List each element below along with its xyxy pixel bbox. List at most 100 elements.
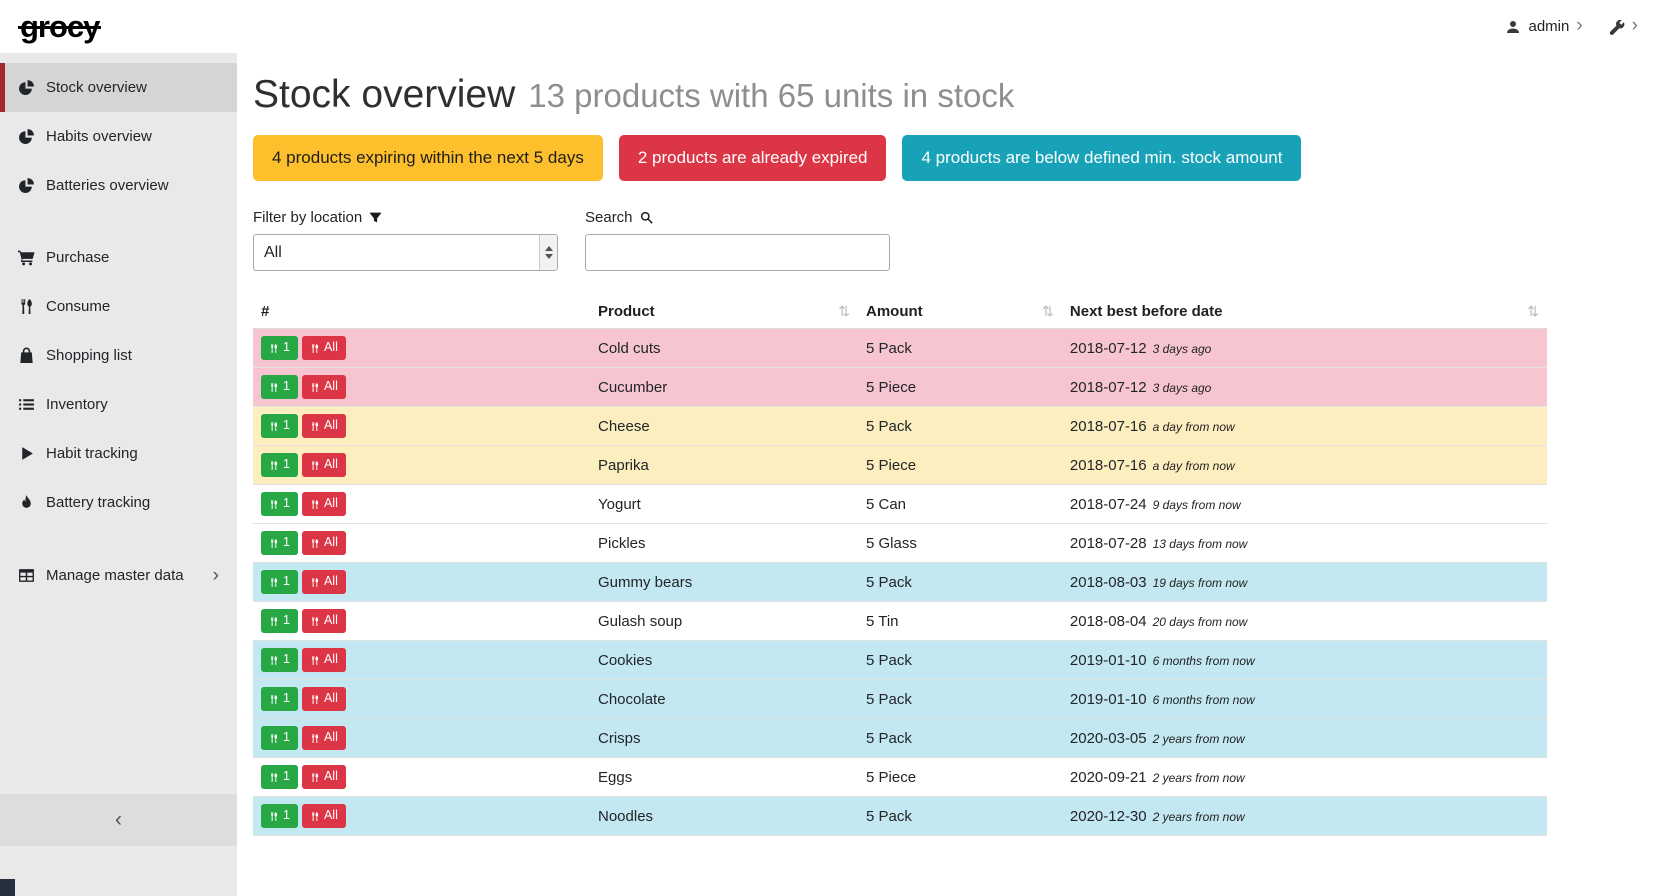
consume-one-label: 1 [283, 458, 290, 472]
sidebar-collapse-button[interactable]: ‹ [0, 794, 237, 846]
sidebar-item[interactable]: Battery tracking [0, 478, 237, 527]
sidebar-item[interactable]: Stock overview [0, 63, 237, 112]
consume-one-button[interactable]: 1 [261, 804, 298, 828]
product-cell: Cucumber [590, 368, 858, 407]
stock-alert-button[interactable]: 4 products are below defined min. stock … [902, 135, 1301, 181]
actions-cell: 1 All [253, 758, 590, 797]
location-filter-group: Filter by location All [253, 209, 558, 271]
product-cell: Paprika [590, 446, 858, 485]
sidebar-item-icon [18, 79, 35, 96]
sidebar-item-label: Purchase [46, 249, 109, 266]
utensils-icon [269, 772, 279, 783]
consume-one-button[interactable]: 1 [261, 648, 298, 672]
consume-all-button[interactable]: All [302, 726, 346, 750]
sidebar-item[interactable]: Consume [0, 282, 237, 331]
actions-cell: 1 All [253, 641, 590, 680]
bbd-note: 19 days from now [1153, 576, 1248, 590]
utensils-icon [310, 538, 320, 549]
sidebar-item-label: Inventory [46, 396, 108, 413]
consume-one-label: 1 [283, 380, 290, 394]
product-cell: Pickles [590, 524, 858, 563]
bbd-cell: 2020-12-302 years from now [1062, 797, 1547, 836]
consume-all-button[interactable]: All [302, 765, 346, 789]
consume-one-button[interactable]: 1 [261, 492, 298, 516]
consume-all-button[interactable]: All [302, 336, 346, 360]
consume-all-button[interactable]: All [302, 453, 346, 477]
bbd-note: 3 days ago [1153, 381, 1212, 395]
user-icon [1505, 19, 1521, 35]
bbd-date: 2020-09-21 [1070, 769, 1147, 786]
stock-alert-button[interactable]: 4 products expiring within the next 5 da… [253, 135, 603, 181]
column-header[interactable]: Next best before date ⇅ [1062, 295, 1547, 329]
actions-cell: 1 All [253, 680, 590, 719]
consume-one-button[interactable]: 1 [261, 531, 298, 555]
consume-one-button[interactable]: 1 [261, 687, 298, 711]
sort-icon[interactable]: ⇅ [1042, 303, 1054, 320]
user-menu[interactable]: admin › [1505, 18, 1582, 35]
select-arrows-icon [539, 235, 557, 270]
column-header[interactable]: # ⇅ [253, 295, 590, 329]
sidebar-item-icon [18, 347, 35, 364]
filters-row: Filter by location All Search [253, 209, 1642, 271]
consume-all-label: All [324, 692, 338, 706]
column-header[interactable]: Product ⇅ [590, 295, 858, 329]
product-cell: Gulash soup [590, 602, 858, 641]
consume-all-button[interactable]: All [302, 492, 346, 516]
consume-all-button[interactable]: All [302, 648, 346, 672]
actions-cell: 1 All [253, 368, 590, 407]
sidebar-item[interactable]: Shopping list [0, 331, 237, 380]
sidebar-item[interactable]: Batteries overview [0, 161, 237, 210]
sidebar-item[interactable]: Habit tracking [0, 429, 237, 478]
amount-cell: 5 Tin [858, 602, 1062, 641]
sidebar-item[interactable]: Inventory [0, 380, 237, 429]
consume-one-button[interactable]: 1 [261, 375, 298, 399]
consume-one-button[interactable]: 1 [261, 336, 298, 360]
consume-all-button[interactable]: All [302, 414, 346, 438]
sidebar-item[interactable]: Habits overview [0, 112, 237, 161]
consume-one-button[interactable]: 1 [261, 414, 298, 438]
sort-icon[interactable]: ⇅ [1527, 303, 1539, 320]
consume-all-button[interactable]: All [302, 531, 346, 555]
sidebar-item[interactable]: Purchase [0, 233, 237, 282]
search-input[interactable] [585, 234, 890, 271]
settings-menu[interactable]: › [1609, 18, 1638, 35]
consume-all-label: All [324, 419, 338, 433]
sidebar-item-label: Battery tracking [46, 494, 150, 511]
sidebar-item[interactable]: Manage master data › [0, 550, 237, 601]
consume-one-button[interactable]: 1 [261, 570, 298, 594]
location-select[interactable]: All [253, 234, 558, 271]
utensils-icon [269, 616, 279, 627]
actions-cell: 1 All [253, 797, 590, 836]
consume-one-label: 1 [283, 614, 290, 628]
consume-all-button[interactable]: All [302, 570, 346, 594]
bbd-cell: 2018-07-16a day from now [1062, 446, 1547, 485]
column-header[interactable]: Amount ⇅ [858, 295, 1062, 329]
bbd-date: 2019-01-10 [1070, 691, 1147, 708]
consume-one-button[interactable]: 1 [261, 726, 298, 750]
sidebar: Stock overview Habits overview Batteries… [0, 53, 237, 896]
location-filter-label: Filter by location [253, 209, 558, 226]
consume-one-label: 1 [283, 653, 290, 667]
amount-cell: 5 Pack [858, 563, 1062, 602]
consume-all-button[interactable]: All [302, 375, 346, 399]
consume-all-label: All [324, 536, 338, 550]
actions-cell: 1 All [253, 446, 590, 485]
bbd-cell: 2020-09-212 years from now [1062, 758, 1547, 797]
sidebar-item-label: Habits overview [46, 128, 152, 145]
grocy-logo[interactable]: grocy [20, 11, 99, 42]
wrench-icon [1609, 19, 1625, 35]
consume-one-button[interactable]: 1 [261, 609, 298, 633]
sort-icon[interactable]: ⇅ [838, 303, 850, 320]
bbd-note: 6 months from now [1153, 693, 1255, 707]
consume-all-button[interactable]: All [302, 804, 346, 828]
consume-all-button[interactable]: All [302, 609, 346, 633]
consume-one-button[interactable]: 1 [261, 765, 298, 789]
sidebar-item-icon [18, 494, 35, 511]
amount-cell: 5 Can [858, 485, 1062, 524]
amount-cell: 5 Pack [858, 719, 1062, 758]
consume-all-button[interactable]: All [302, 687, 346, 711]
consume-one-button[interactable]: 1 [261, 453, 298, 477]
actions-cell: 1 All [253, 329, 590, 368]
chevron-right-icon: › [1632, 16, 1638, 35]
stock-alert-button[interactable]: 2 products are already expired [619, 135, 887, 181]
